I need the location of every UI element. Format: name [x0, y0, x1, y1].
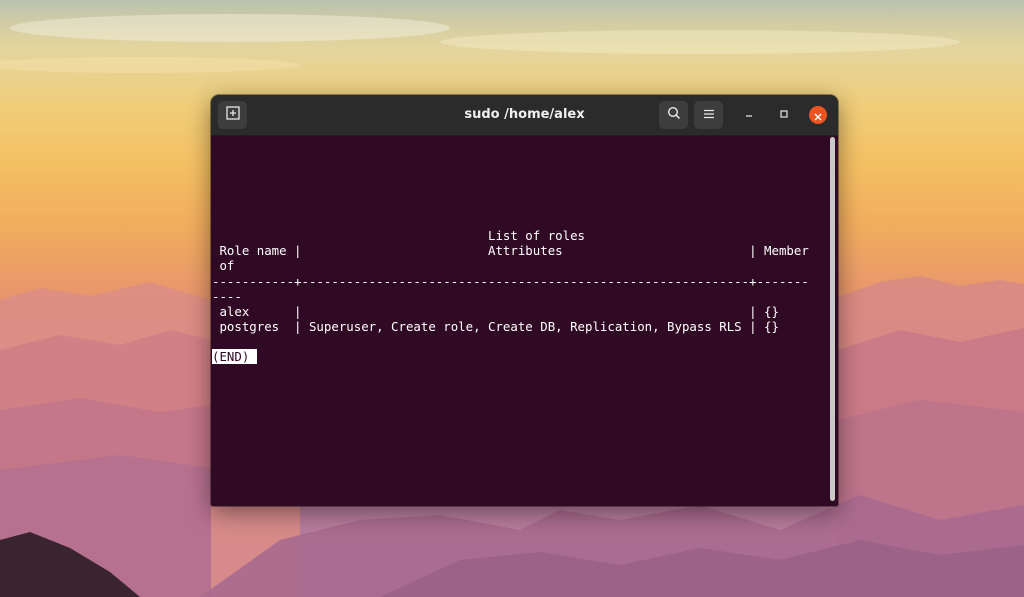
close-icon [814, 106, 822, 125]
new-tab-icon [225, 106, 240, 124]
title-bar: sudo /home/alex [211, 95, 838, 136]
maximize-button[interactable] [773, 104, 795, 126]
pager-end-prompt: (END) [212, 349, 257, 364]
terminal-line-table-title: List of roles [212, 228, 585, 243]
terminal-window: sudo /home/alex List of roles Role name … [211, 95, 838, 506]
end-prompt-text: (END) [212, 349, 257, 364]
menu-button[interactable] [694, 101, 723, 129]
minimize-button[interactable] [738, 104, 760, 126]
search-button[interactable] [659, 101, 688, 129]
terminal-scrollbar[interactable] [830, 137, 835, 501]
close-button[interactable] [809, 106, 827, 124]
terminal-line-separator-wrap: ---- [212, 289, 242, 304]
hamburger-menu-icon [703, 107, 715, 123]
search-icon [667, 106, 681, 124]
new-tab-button[interactable] [218, 101, 247, 129]
terminal-line-row-postgres: postgres | Superuser, Create role, Creat… [212, 319, 779, 334]
maximize-icon [779, 108, 789, 122]
minimize-icon [744, 108, 754, 122]
terminal-line-header-wrap: of [212, 258, 235, 273]
terminal-output[interactable]: List of roles Role name | Attributes | M… [211, 136, 829, 506]
terminal-line-row-alex: alex | | {} [212, 304, 779, 319]
terminal-line-header: Role name | Attributes | Member [212, 243, 809, 258]
terminal-line-separator: -----------+----------------------------… [212, 274, 809, 289]
